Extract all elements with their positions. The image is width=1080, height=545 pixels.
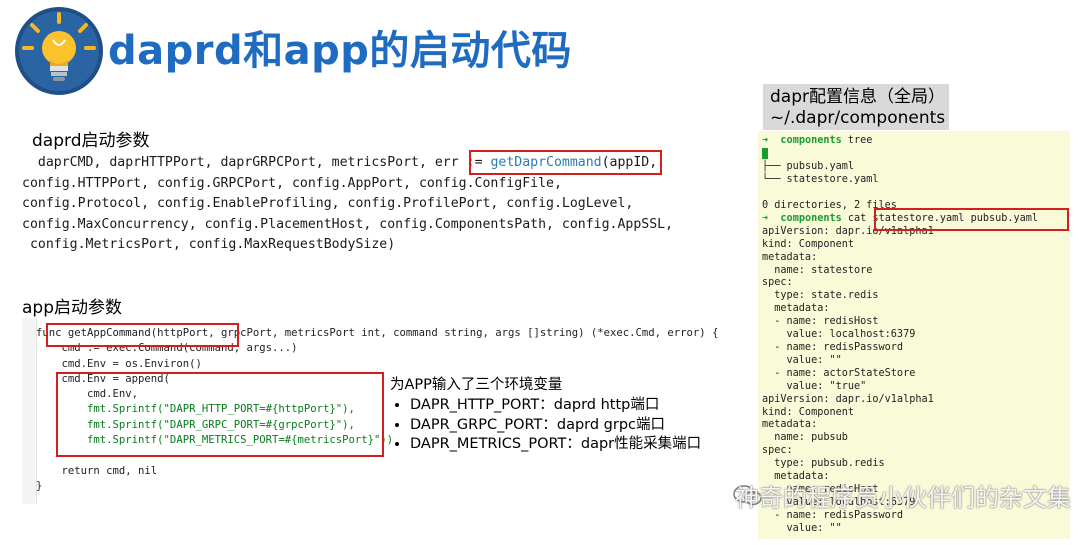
app-code-line-11: } bbox=[36, 479, 43, 492]
yaml-line: metadata: bbox=[762, 419, 818, 431]
yaml-line: - name: redisHost bbox=[762, 316, 879, 328]
config-title-line-1: dapr配置信息（全局） bbox=[770, 87, 945, 107]
config-title: dapr配置信息（全局） ~/.dapr/components bbox=[763, 84, 949, 130]
yaml-line: metadata: bbox=[762, 303, 830, 315]
yaml-line: value: "" bbox=[762, 522, 842, 534]
env-item-metrics: DAPR_METRICS_PORT：dapr性能采集端口 bbox=[410, 435, 701, 455]
yaml-line: spec: bbox=[762, 445, 793, 457]
daprd-code-line-5: config.MetricsPort, config.MaxRequestBod… bbox=[22, 237, 396, 252]
terminal-tree-item-2: └── statestore.yaml bbox=[762, 174, 879, 186]
yaml-line: spec: bbox=[762, 277, 793, 289]
get-dapr-command-highlight bbox=[469, 150, 662, 175]
app-code-line-3: cmd.Env = os.Environ() bbox=[36, 357, 202, 370]
env-item-http: DAPR_HTTP_PORT：daprd http端口 bbox=[410, 396, 701, 416]
terminal-tree-item-1: ├── pubsub.yaml bbox=[762, 161, 855, 173]
yaml-line: kind: Component bbox=[762, 238, 855, 250]
env-item-grpc: DAPR_GRPC_PORT：daprd grpc端口 bbox=[410, 416, 701, 436]
yaml-line: name: statestore bbox=[762, 264, 873, 276]
cursor-block bbox=[762, 147, 768, 159]
env-explanation: 为APP输入了三个环境变量 DAPR_HTTP_PORT：daprd http端… bbox=[390, 373, 701, 455]
yaml-line: metadata: bbox=[762, 251, 818, 263]
daprd-heading: daprd启动参数 bbox=[32, 131, 150, 151]
yaml-line: type: state.redis bbox=[762, 290, 879, 302]
daprd-code-line-4: config.MaxConcurrency, config.PlacementH… bbox=[22, 216, 674, 232]
yaml-line: kind: Component bbox=[762, 406, 855, 418]
watermark-text: 神奇的程序员小伙伴们的杂文集 bbox=[735, 484, 1071, 512]
daprd-code-line-2: config.HTTPPort, config.GRPCPort, config… bbox=[22, 175, 562, 191]
prompt-arrow-icon: ➜ bbox=[762, 135, 769, 146]
yaml-line: name: pubsub bbox=[762, 432, 848, 444]
yaml-line: apiVersion: dapr.io/v1alpha1 bbox=[762, 393, 934, 405]
terminal-tree-dot bbox=[762, 147, 1070, 161]
daprd-code-line-3: config.Protocol, config.EnableProfiling,… bbox=[22, 196, 634, 211]
yaml-line: type: pubsub.redis bbox=[762, 458, 885, 470]
env-append-highlight bbox=[56, 372, 384, 457]
yaml-line: value: localhost:6379 bbox=[762, 329, 916, 341]
app-code-line-10: return cmd, nil bbox=[36, 464, 158, 477]
yaml-line: - name: actorStateStore bbox=[762, 367, 916, 379]
get-app-command-highlight bbox=[46, 323, 239, 347]
terminal-line-prompt-1: ➜ components tree bbox=[762, 135, 873, 146]
app-heading: app启动参数 bbox=[22, 298, 122, 318]
yaml-line: - name: redisPassword bbox=[762, 342, 904, 353]
yaml-line: value: "true" bbox=[762, 380, 867, 392]
env-heading: 为APP输入了三个环境变量 bbox=[390, 377, 563, 393]
prompt-arrow-icon: ➜ bbox=[762, 212, 769, 224]
page-title: daprd和app的启动代码 bbox=[108, 28, 572, 74]
cat-command-highlight bbox=[874, 208, 1069, 231]
config-title-line-2: ~/.dapr/components bbox=[770, 108, 946, 128]
lightbulb-icon bbox=[15, 7, 103, 95]
code-gutter bbox=[22, 318, 37, 504]
yaml-line: value: "" bbox=[762, 354, 842, 366]
